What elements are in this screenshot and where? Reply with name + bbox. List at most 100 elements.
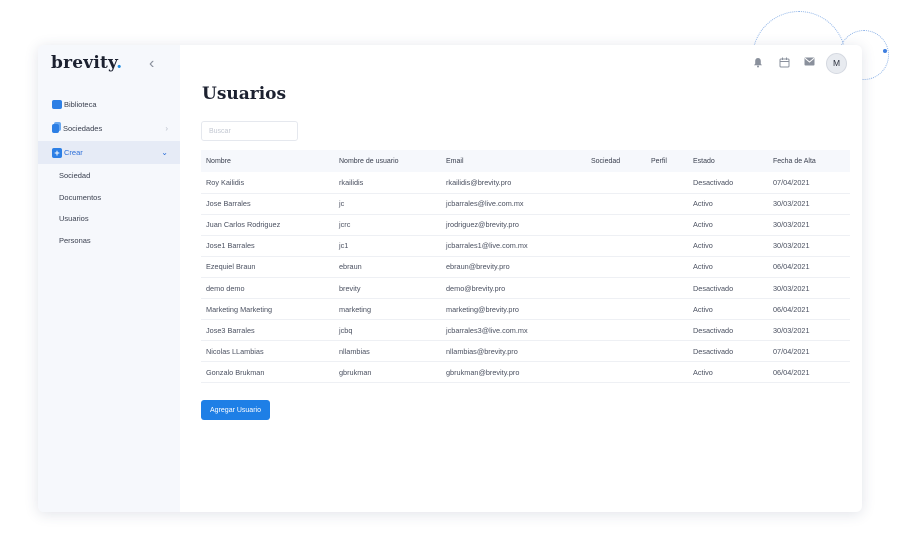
cell-nombre: Marketing Marketing [201,298,334,321]
cell-nombre: Nicolas LLambias [201,340,334,363]
plus-icon: + [52,147,62,158]
cell-email: rkailidis@brevity.pro [441,172,586,194]
cell-sociedad [586,277,646,300]
cell-fecha: 06/04/2021 [768,361,850,384]
table-row[interactable]: Jose1 Barrales jc1 jcbarrales1@live.com.mx… [201,235,850,257]
books-icon [52,124,59,133]
folder-icon [52,100,62,109]
cell-usuario: ebraun [334,256,441,278]
cell-email: jcbarrales1@live.com.mx [441,235,586,257]
cell-sociedad [586,298,646,321]
brand-logo[interactable]: brevity. [51,53,122,73]
sidebar-subitem-documentos[interactable]: Documentos [38,187,180,209]
cell-perfil [646,340,688,363]
table-row[interactable]: demo demo brevity demo@brevity.pro Desactiv… [201,277,850,300]
collapse-sidebar-icon[interactable]: ‹ [149,54,154,74]
sidebar-subitem-personas[interactable]: Personas [38,230,180,252]
cell-sociedad [586,235,646,257]
cell-estado: Desactivado [688,172,768,194]
column-header-email[interactable]: Email [441,150,586,172]
cell-perfil [646,298,688,321]
cell-usuario: rkailidis [334,172,441,194]
sidebar-item-crear[interactable]: + Crear ⌄ [38,141,180,164]
sidebar-item-label: Sociedades [63,124,103,133]
table-row[interactable]: Nicolas LLambias nllambias nllambias@brevi… [201,340,850,363]
sidebar-item-label: Biblioteca [64,100,97,109]
cell-perfil [646,235,688,257]
table-row[interactable]: Gonzalo Brukman gbrukman gbrukman@brevity.… [201,361,850,384]
sidebar-item-sociedades[interactable]: Sociedades › [38,117,180,140]
table-row[interactable]: Jose3 Barrales jcbq jcbarrales3@live.com.m… [201,319,850,342]
column-header-perfil[interactable]: Perfil [646,150,688,172]
bell-icon[interactable] [752,57,764,69]
cell-nombre: Gonzalo Brukman [201,361,334,384]
cell-fecha: 07/04/2021 [768,340,850,363]
cell-estado: Desactivado [688,319,768,342]
add-user-button[interactable]: Agregar Usuario [201,400,270,420]
cell-email: jcbarrales3@live.com.mx [441,319,586,342]
cell-email: nllambias@brevity.pro [441,340,586,363]
cell-estado: Desactivado [688,277,768,300]
column-header-fecha-de-alta[interactable]: Fecha de Alta [768,150,850,172]
cell-estado: Activo [688,193,768,215]
cell-fecha: 30/03/2021 [768,277,850,300]
cell-usuario: marketing [334,298,441,321]
cell-estado: Activo [688,235,768,257]
topbar: M [180,45,862,81]
cell-sociedad [586,214,646,236]
mail-icon[interactable] [803,57,815,69]
cell-perfil [646,361,688,384]
cell-usuario: brevity [334,277,441,300]
cell-fecha: 30/03/2021 [768,319,850,342]
table-row[interactable]: Jose Barrales jc jcbarrales@live.com.mx Act… [201,193,850,215]
cell-sociedad [586,340,646,363]
chevron-down-icon: ⌄ [161,148,168,157]
table-row[interactable]: Roy Kailidis rkailidis rkailidis@brevity.p… [201,172,850,194]
calendar-icon[interactable] [778,57,790,69]
search-input[interactable] [201,121,298,141]
cell-usuario: gbrukman [334,361,441,384]
cell-usuario: nllambias [334,340,441,363]
cell-fecha: 06/04/2021 [768,298,850,321]
cell-fecha: 30/03/2021 [768,235,850,257]
table-row[interactable]: Juan Carlos Rodriguez jcrc jrodriguez@brev… [201,214,850,236]
cell-sociedad [586,172,646,194]
chevron-right-icon: › [165,124,168,133]
cell-email: jcbarrales@live.com.mx [441,193,586,215]
page-title: Usuarios [202,84,287,104]
table-row[interactable]: Ezequiel Braun ebraun ebraun@brevity.pro Ac… [201,256,850,278]
cell-email: ebraun@brevity.pro [441,256,586,278]
cell-nombre: Juan Carlos Rodriguez [201,214,334,236]
cell-nombre: Jose3 Barrales [201,319,334,342]
cell-usuario: jcrc [334,214,441,236]
cell-perfil [646,277,688,300]
main-content: Usuarios Nombre Nombre de usuario Email … [180,81,862,512]
sidebar-item-biblioteca[interactable]: Biblioteca [38,93,180,116]
cell-email: demo@brevity.pro [441,277,586,300]
cell-perfil [646,193,688,215]
app-window: brevity. ‹ Biblioteca Sociedades › + Cre… [38,45,862,512]
cell-email: jrodriguez@brevity.pro [441,214,586,236]
avatar[interactable]: M [826,53,847,74]
users-table: Nombre Nombre de usuario Email Sociedad … [201,150,850,384]
cell-fecha: 06/04/2021 [768,256,850,278]
cell-fecha: 30/03/2021 [768,193,850,215]
cell-nombre: Jose1 Barrales [201,235,334,257]
cell-nombre: Jose Barrales [201,193,334,215]
column-header-nombre[interactable]: Nombre [201,150,334,172]
cell-nombre: Ezequiel Braun [201,256,334,278]
table-row[interactable]: Marketing Marketing marketing marketing@br… [201,298,850,321]
cell-fecha: 30/03/2021 [768,214,850,236]
cell-sociedad [586,319,646,342]
cell-estado: Desactivado [688,340,768,363]
column-header-nombre-de-usuario[interactable]: Nombre de usuario [334,150,441,172]
cell-perfil [646,172,688,194]
sidebar-subitem-sociedad[interactable]: Sociedad [38,165,180,187]
cell-sociedad [586,361,646,384]
column-header-sociedad[interactable]: Sociedad [586,150,646,172]
sidebar-subitem-usuarios[interactable]: Usuarios [38,208,180,230]
cell-estado: Activo [688,256,768,278]
column-header-estado[interactable]: Estado [688,150,768,172]
cell-email: marketing@brevity.pro [441,298,586,321]
sidebar: brevity. ‹ Biblioteca Sociedades › + Cre… [38,45,180,512]
